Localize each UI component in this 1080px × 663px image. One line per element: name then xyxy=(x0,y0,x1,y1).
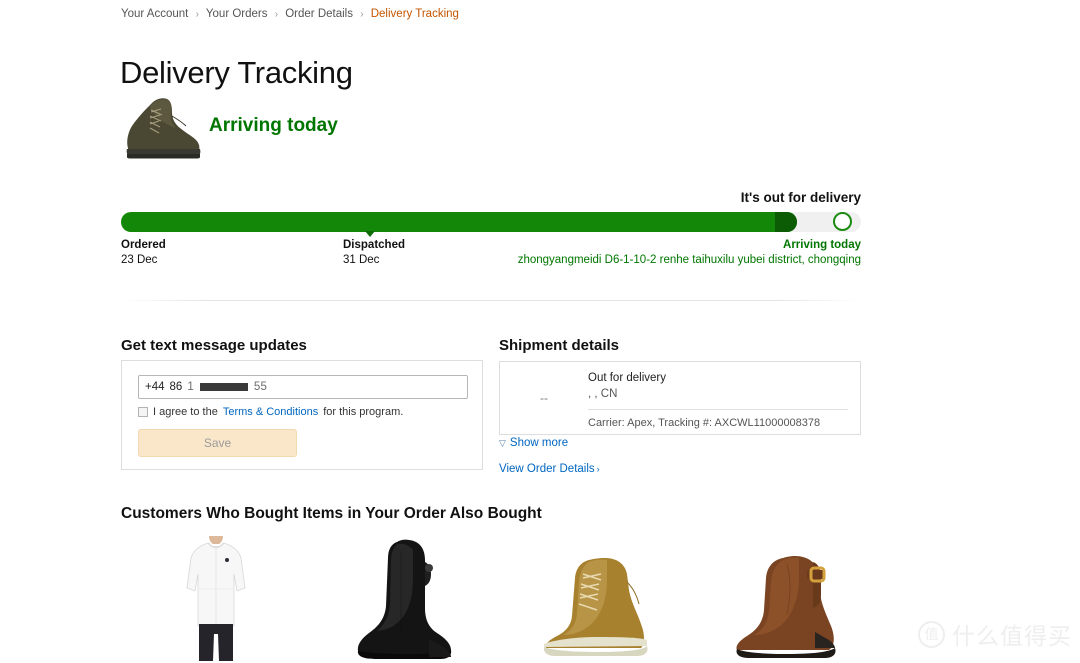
show-more-link[interactable]: ▽ Show more xyxy=(499,437,568,449)
breadcrumb-separator: › xyxy=(274,9,279,20)
recommendations-heading: Customers Who Bought Items in Your Order… xyxy=(121,505,542,522)
milestone-ordered: Ordered 23 Dec xyxy=(121,238,166,268)
terms-agreement-row: I agree to the Terms & Conditions for th… xyxy=(138,406,403,418)
section-divider xyxy=(121,300,861,301)
breadcrumb-item-your-orders[interactable]: Your Orders xyxy=(206,8,268,20)
watermark-logo-icon: 值 xyxy=(918,620,945,648)
view-order-details-link[interactable]: View Order Details › xyxy=(499,463,600,475)
hero-status-text: Arriving today xyxy=(209,115,338,136)
product-shirt-image xyxy=(186,536,246,661)
recommendation-item[interactable] xyxy=(501,534,691,663)
view-order-details-label: View Order Details xyxy=(499,463,595,475)
show-more-label: Show more xyxy=(509,437,569,449)
arrow-right-icon: › xyxy=(596,464,600,474)
product-tan-sneaker-boot-image xyxy=(543,558,648,656)
phone-country-code: +44 xyxy=(145,381,165,393)
milestone-arriving: Arriving today zhongyangmeidi D6-1-10-2 … xyxy=(518,238,861,268)
progress-endpoint-circle-icon xyxy=(833,212,852,231)
recommendation-item[interactable] xyxy=(691,534,881,663)
sms-updates-panel: +44 86 1 55 I agree to the Terms & Condi… xyxy=(121,360,483,470)
progress-track-fill xyxy=(121,212,797,232)
phone-number-input[interactable]: +44 86 1 55 xyxy=(138,375,468,399)
terms-and-conditions-link[interactable]: Terms & Conditions xyxy=(223,406,318,418)
breadcrumb-item-delivery-tracking: Delivery Tracking xyxy=(370,8,459,20)
shipment-divider xyxy=(588,409,848,410)
watermark-text: 什么值得买 xyxy=(952,623,1072,649)
shipment-status-text: Out for delivery xyxy=(588,372,666,384)
delivery-tracking-page: Your Account › Your Orders › Order Detai… xyxy=(0,0,1080,663)
phone-redaction-overlay xyxy=(199,383,248,391)
breadcrumb-separator: › xyxy=(360,9,364,20)
shipment-section-heading: Shipment details xyxy=(499,337,620,354)
milestone-dispatched-date: 31 Dec xyxy=(343,254,380,266)
milestone-ordered-date: 23 Dec xyxy=(121,254,158,266)
progress-current-position-cap xyxy=(775,212,797,232)
milestone-dispatched-label: Dispatched xyxy=(343,239,405,251)
breadcrumb: Your Account › Your Orders › Order Detai… xyxy=(121,8,459,20)
page-title: Delivery Tracking xyxy=(120,54,353,90)
save-button[interactable]: Save xyxy=(138,429,297,457)
progress-dispatched-marker-icon xyxy=(365,231,375,237)
breadcrumb-item-your-account[interactable]: Your Account xyxy=(121,8,188,20)
milestone-arriving-address: zhongyangmeidi D6-1-10-2 renhe taihuxilu… xyxy=(517,254,861,266)
progress-milestones: Ordered 23 Dec Dispatched 31 Dec Arrivin… xyxy=(121,238,861,272)
shipment-details-panel: -- Out for delivery , , CN Carrier: Apex… xyxy=(499,361,861,435)
sms-section-heading: Get text message updates xyxy=(121,337,307,354)
watermark: 值 什么值得买 xyxy=(918,617,1072,651)
terms-checkbox[interactable] xyxy=(138,407,148,417)
product-boot-image xyxy=(126,98,201,159)
recommendation-item[interactable] xyxy=(121,534,311,663)
milestone-arriving-label: Arriving today xyxy=(783,239,861,251)
breadcrumb-item-order-details[interactable]: Order Details xyxy=(285,8,353,20)
out-for-delivery-label: It's out for delivery xyxy=(740,190,861,205)
terms-prefix-text: I agree to the xyxy=(153,406,218,418)
phone-suffix: 55 xyxy=(253,381,268,393)
milestone-dispatched: Dispatched 31 Dec xyxy=(343,238,405,268)
recommendations-row xyxy=(121,534,881,663)
shipment-location-text: , , CN xyxy=(588,388,618,400)
recommendation-item[interactable] xyxy=(311,534,501,663)
breadcrumb-separator: › xyxy=(195,9,199,20)
phone-prefix: 86 xyxy=(169,381,183,393)
hero-status-block: Arriving today xyxy=(120,88,880,166)
delivery-progress-bar xyxy=(121,212,861,237)
chevron-down-icon: ▽ xyxy=(499,437,506,448)
shipment-carrier-tracking: Carrier: Apex, Tracking #: AXCWL11000008… xyxy=(588,417,821,429)
milestone-ordered-label: Ordered xyxy=(121,239,166,251)
product-black-tall-boot-image xyxy=(357,539,452,659)
shipment-date-cell: -- xyxy=(540,391,548,405)
terms-suffix-text: for this program. xyxy=(323,406,404,418)
phone-value: 1 xyxy=(187,381,194,393)
shipment-info-cell: Out for delivery , , CN Carrier: Apex, T… xyxy=(588,362,860,434)
product-brown-ankle-boot-image xyxy=(736,556,836,658)
